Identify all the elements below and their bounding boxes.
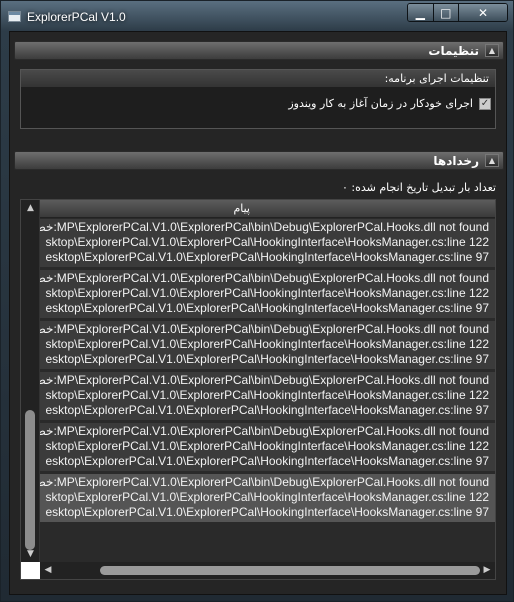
row-message-line2: sktop\ExplorerPCal.V1.0\ExplorerPCal\Hoo… — [45, 286, 489, 300]
row-message-line1: خطا:MP\ExplorerPCal.V1.0\ExplorerPCal\bi… — [40, 322, 489, 336]
row-message-line1: خطا:MP\ExplorerPCal.V1.0\ExplorerPCal\bi… — [40, 271, 489, 285]
row-message-line3: esktop\ExplorerPCal.V1.0\ExplorerPCal\Ho… — [45, 454, 489, 468]
event-rows: خطا:MP\ExplorerPCal.V1.0\ExplorerPCal\bi… — [40, 219, 495, 525]
autostart-checkbox[interactable]: ✓ — [479, 97, 491, 110]
table-row[interactable]: خطا:MP\ExplorerPCal.V1.0\ExplorerPCal\bi… — [40, 321, 495, 369]
settings-subheader: تنظیمات اجرای برنامه: — [21, 70, 495, 87]
table-row[interactable]: خطا:MP\ExplorerPCal.V1.0\ExplorerPCal\bi… — [40, 270, 495, 318]
row-message-line3: esktop\ExplorerPCal.V1.0\ExplorerPCal\Ho… — [45, 505, 489, 519]
vertical-scroll-thumb[interactable] — [25, 410, 35, 550]
table-row[interactable]: خطا:MP\ExplorerPCal.V1.0\ExplorerPCal\bi… — [40, 474, 495, 522]
row-message-line2: sktop\ExplorerPCal.V1.0\ExplorerPCal\Hoo… — [45, 337, 489, 351]
scroll-left-icon[interactable]: ◀ — [41, 562, 55, 579]
conversion-count: تعداد بار تبدیل تاریخ انجام شده: ۰ — [342, 181, 496, 194]
row-message-line2: sktop\ExplorerPCal.V1.0\ExplorerPCal\Hoo… — [45, 388, 489, 402]
vertical-scrollbar[interactable]: ▲ ▼ — [21, 200, 40, 562]
collapse-arrow-icon[interactable]: ▲ — [485, 154, 499, 167]
app-window: ExplorerPCal V1.0 ▁ □ ✕ ▲ تنظیمات تنظیما… — [0, 0, 514, 602]
window-controls: ▁ □ ✕ — [407, 3, 508, 22]
events-section-header[interactable]: ▲ رخدادها — [14, 151, 504, 170]
row-message-line3: esktop\ExplorerPCal.V1.0\ExplorerPCal\Ho… — [45, 403, 489, 417]
table-row[interactable]: خطا:MP\ExplorerPCal.V1.0\ExplorerPCal\bi… — [40, 372, 495, 420]
collapse-arrow-icon[interactable]: ▲ — [485, 44, 499, 57]
table-row[interactable]: خطا:MP\ExplorerPCal.V1.0\ExplorerPCal\bi… — [40, 219, 495, 267]
settings-section-title: تنظیمات — [428, 44, 479, 58]
horizontal-scrollbar[interactable]: ◀ ▶ — [40, 562, 495, 579]
row-message-line3: esktop\ExplorerPCal.V1.0\ExplorerPCal\Ho… — [45, 352, 489, 366]
close-button[interactable]: ✕ — [459, 4, 507, 21]
scroll-down-icon[interactable]: ▼ — [21, 547, 40, 561]
events-section-title: رخدادها — [433, 154, 479, 168]
settings-section-header[interactable]: ▲ تنظیمات — [14, 41, 504, 60]
row-message-line2: sktop\ExplorerPCal.V1.0\ExplorerPCal\Hoo… — [45, 439, 489, 453]
row-message-line1: خطا:MP\ExplorerPCal.V1.0\ExplorerPCal\bi… — [40, 424, 489, 438]
title-bar[interactable]: ExplorerPCal V1.0 ▁ □ ✕ — [1, 1, 513, 31]
scroll-corner — [21, 562, 40, 579]
row-message-line3: esktop\ExplorerPCal.V1.0\ExplorerPCal\Ho… — [45, 250, 489, 264]
row-message-line2: sktop\ExplorerPCal.V1.0\ExplorerPCal\Hoo… — [45, 235, 489, 249]
horizontal-scroll-thumb[interactable] — [100, 566, 480, 575]
row-message-line1: خطا:MP\ExplorerPCal.V1.0\ExplorerPCal\bi… — [40, 475, 489, 489]
app-icon — [8, 11, 21, 22]
autostart-option[interactable]: ✓ اجرای خودکار در زمان آغاز به کار ویندو… — [288, 97, 491, 110]
grid-content: پیام خطا:MP\ExplorerPCal.V1.0\ExplorerPC… — [40, 200, 495, 562]
row-message-line1: خطا:MP\ExplorerPCal.V1.0\ExplorerPCal\bi… — [40, 220, 489, 234]
window-title: ExplorerPCal V1.0 — [27, 10, 126, 24]
scroll-right-icon[interactable]: ▶ — [480, 562, 494, 579]
scroll-up-icon[interactable]: ▲ — [21, 201, 40, 215]
minimize-button[interactable]: ▁ — [408, 4, 434, 21]
row-message-line3: esktop\ExplorerPCal.V1.0\ExplorerPCal\Ho… — [45, 301, 489, 315]
events-grid: ▲ ▼ پیام خطا:MP\ExplorerPCal.V1.0\Explor… — [20, 199, 496, 580]
maximize-button[interactable]: □ — [433, 4, 459, 21]
autostart-label: اجرای خودکار در زمان آغاز به کار ویندوز — [288, 97, 473, 110]
client-area: ▲ تنظیمات تنظیمات اجرای برنامه: ✓ اجرای … — [9, 31, 507, 595]
table-row[interactable]: خطا:MP\ExplorerPCal.V1.0\ExplorerPCal\bi… — [40, 423, 495, 471]
column-header-message[interactable]: پیام — [40, 200, 495, 218]
row-message-line1: خطا:MP\ExplorerPCal.V1.0\ExplorerPCal\bi… — [40, 373, 489, 387]
settings-group: تنظیمات اجرای برنامه: ✓ اجرای خودکار در … — [20, 69, 496, 129]
row-message-line2: sktop\ExplorerPCal.V1.0\ExplorerPCal\Hoo… — [45, 490, 489, 504]
